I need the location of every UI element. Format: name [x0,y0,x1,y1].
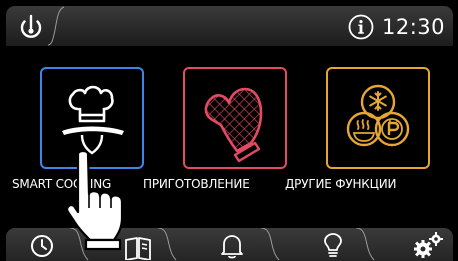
clock-time: 12:30 [381,15,445,39]
cooking-button[interactable] [183,67,287,169]
status-bar: 12:30 [6,6,453,46]
tab-settings[interactable] [386,228,446,261]
bell-icon [221,235,243,259]
cooking-label: ПРИГОТОВЛЕНИЕ [143,177,250,191]
tab-light[interactable] [302,228,362,261]
pointing-hand-icon [66,149,124,251]
clock-area: 12:30 [348,12,445,42]
other-functions-label: ДРУГИЕ ФУНКЦИИ [285,177,397,191]
settings-gears-icon [414,232,443,258]
tab-alarm[interactable] [202,228,262,261]
power-button[interactable] [14,10,48,44]
lightbulb-icon [324,233,342,257]
timer-icon [31,235,53,257]
oven-mitt-icon [204,87,263,163]
tab-divider [48,6,65,46]
info-icon[interactable] [348,14,374,40]
power-icon [20,14,42,38]
other-functions-button[interactable] [326,67,430,169]
other-functions-icon [346,84,410,147]
